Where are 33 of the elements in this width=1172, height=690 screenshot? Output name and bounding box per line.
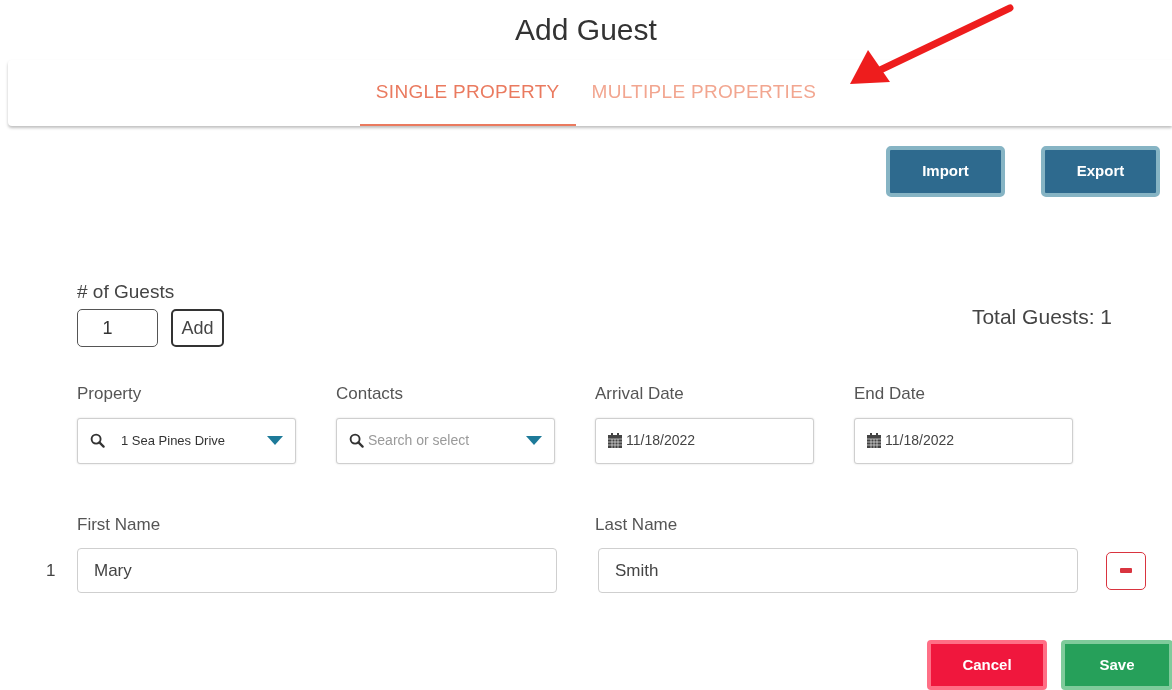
- page-title: Add Guest: [515, 12, 657, 48]
- field-label: First Name: [77, 513, 162, 536]
- toolbar-button[interactable]: Import: [886, 146, 1005, 197]
- first-name-field[interactable]: Mary: [77, 548, 557, 593]
- toolbar-button[interactable]: Export: [1041, 146, 1160, 197]
- minus-icon: [1120, 568, 1132, 573]
- cancel-button[interactable]: Cancel: [927, 640, 1047, 690]
- contacts-search-field[interactable]: Search or select: [368, 430, 522, 451]
- date-field[interactable]: 11/18/2022: [595, 417, 814, 464]
- contacts-select[interactable]: Search or select: [336, 417, 555, 464]
- calendar-icon: [608, 433, 622, 448]
- search-icon: [90, 433, 105, 448]
- search-icon: [349, 433, 364, 448]
- field-label: # of Guests: [77, 281, 176, 303]
- caret-icon: [526, 436, 542, 445]
- property-select[interactable]: 1 Sea Pines Drive: [77, 417, 296, 464]
- calendar-icon: [867, 433, 881, 448]
- field-label: Last Name: [595, 513, 679, 536]
- caret-icon: [267, 436, 283, 445]
- select-value: 1 Sea Pines Drive: [121, 431, 227, 450]
- field-label: Arrival Date: [595, 383, 685, 405]
- remove-button[interactable]: [1106, 551, 1146, 590]
- total-guests: Total Guests: 1: [971, 304, 1112, 330]
- add-button[interactable]: Add: [171, 309, 224, 347]
- field-label: Property: [77, 383, 143, 405]
- date-field[interactable]: 11/18/2022: [854, 417, 1073, 464]
- last-name-field[interactable]: Smith: [598, 548, 1078, 593]
- guest-count-field[interactable]: 1: [77, 309, 158, 347]
- date-value: 11/18/2022: [885, 431, 955, 450]
- row-number: 1: [46, 559, 57, 582]
- field-label: End Date: [854, 383, 926, 405]
- field-label: Contacts: [336, 383, 405, 405]
- date-value: 11/18/2022: [626, 431, 696, 450]
